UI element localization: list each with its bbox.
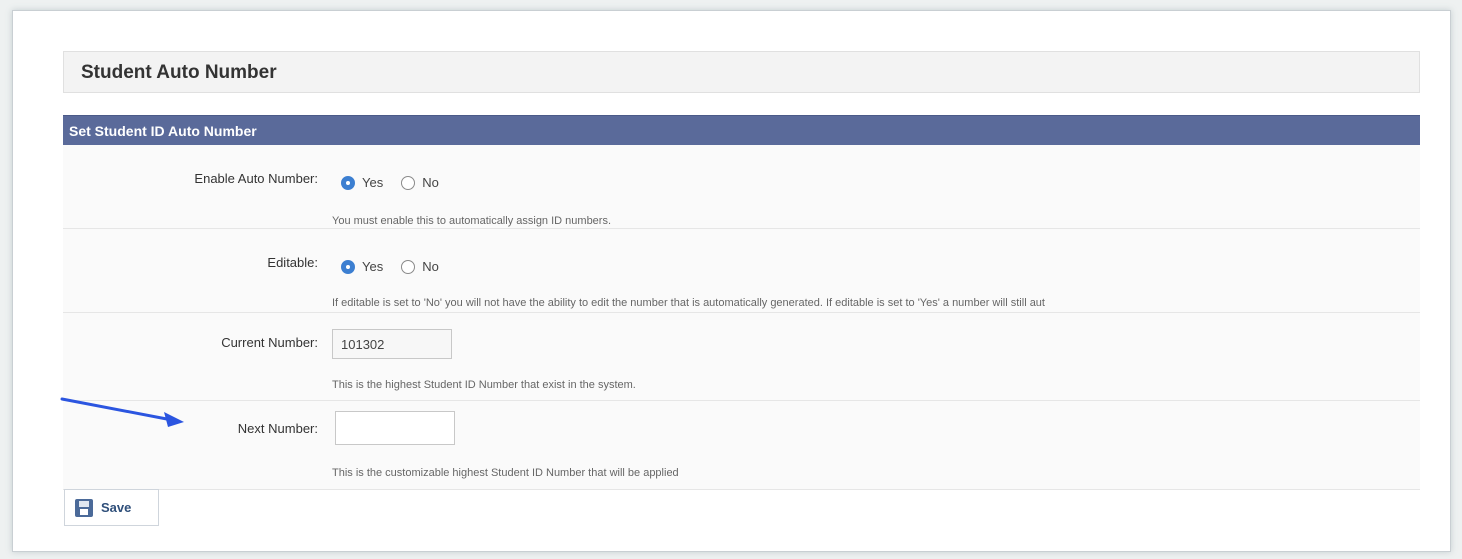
enable-auto-number-row: Enable Auto Number: Yes No You must enab… <box>63 145 1420 229</box>
enable-auto-number-help: You must enable this to automatically as… <box>332 215 612 227</box>
enable-auto-number-yes-option[interactable]: Yes <box>341 175 383 190</box>
save-icon <box>75 498 93 517</box>
enable-auto-number-label: Enable Auto Number: <box>194 171 318 186</box>
editable-label: Editable: <box>267 255 318 270</box>
current-number-row: Current Number: This is the highest Stud… <box>63 313 1420 401</box>
settings-card: Student Auto Number Set Student ID Auto … <box>12 10 1451 552</box>
current-number-help: This is the highest Student ID Number th… <box>332 379 636 391</box>
current-number-label: Current Number: <box>221 335 318 350</box>
next-number-field[interactable] <box>335 411 455 445</box>
save-label: Save <box>101 500 132 515</box>
editable-radio-group: Yes No <box>341 259 457 274</box>
next-number-label: Next Number: <box>237 421 318 436</box>
enable-auto-number-yes-label: Yes <box>362 175 384 190</box>
editable-yes-option[interactable]: Yes <box>341 259 383 274</box>
enable-auto-number-radio-group: Yes No <box>341 175 457 190</box>
editable-no-radio[interactable] <box>401 259 416 274</box>
auto-number-form: Set Student ID Auto Number Enable Auto N… <box>63 115 1420 490</box>
enable-auto-number-no-option[interactable]: No <box>401 175 439 190</box>
section-header: Set Student ID Auto Number <box>63 115 1420 145</box>
enable-auto-number-yes-radio[interactable] <box>341 175 355 190</box>
next-number-help: This is the customizable highest Student… <box>332 467 679 479</box>
editable-row: Editable: Yes No If editable is set to '… <box>63 229 1420 313</box>
next-number-row: Next Number: This is the customizable hi… <box>63 401 1420 490</box>
enable-auto-number-no-radio[interactable] <box>401 175 416 190</box>
page-title: Student Auto Number <box>81 62 277 83</box>
current-number-field[interactable] <box>332 329 452 359</box>
editable-help: If editable is set to 'No' you will not … <box>332 297 1045 309</box>
save-button[interactable]: Save <box>64 489 159 526</box>
editable-yes-radio[interactable] <box>341 259 355 274</box>
section-title: Set Student ID Auto Number <box>69 123 257 139</box>
editable-no-label: No <box>422 259 439 274</box>
editable-no-option[interactable]: No <box>401 259 439 274</box>
editable-yes-label: Yes <box>362 259 384 274</box>
page-header: Student Auto Number <box>63 51 1420 93</box>
arrow-icon <box>60 397 184 427</box>
enable-auto-number-no-label: No <box>422 175 439 190</box>
